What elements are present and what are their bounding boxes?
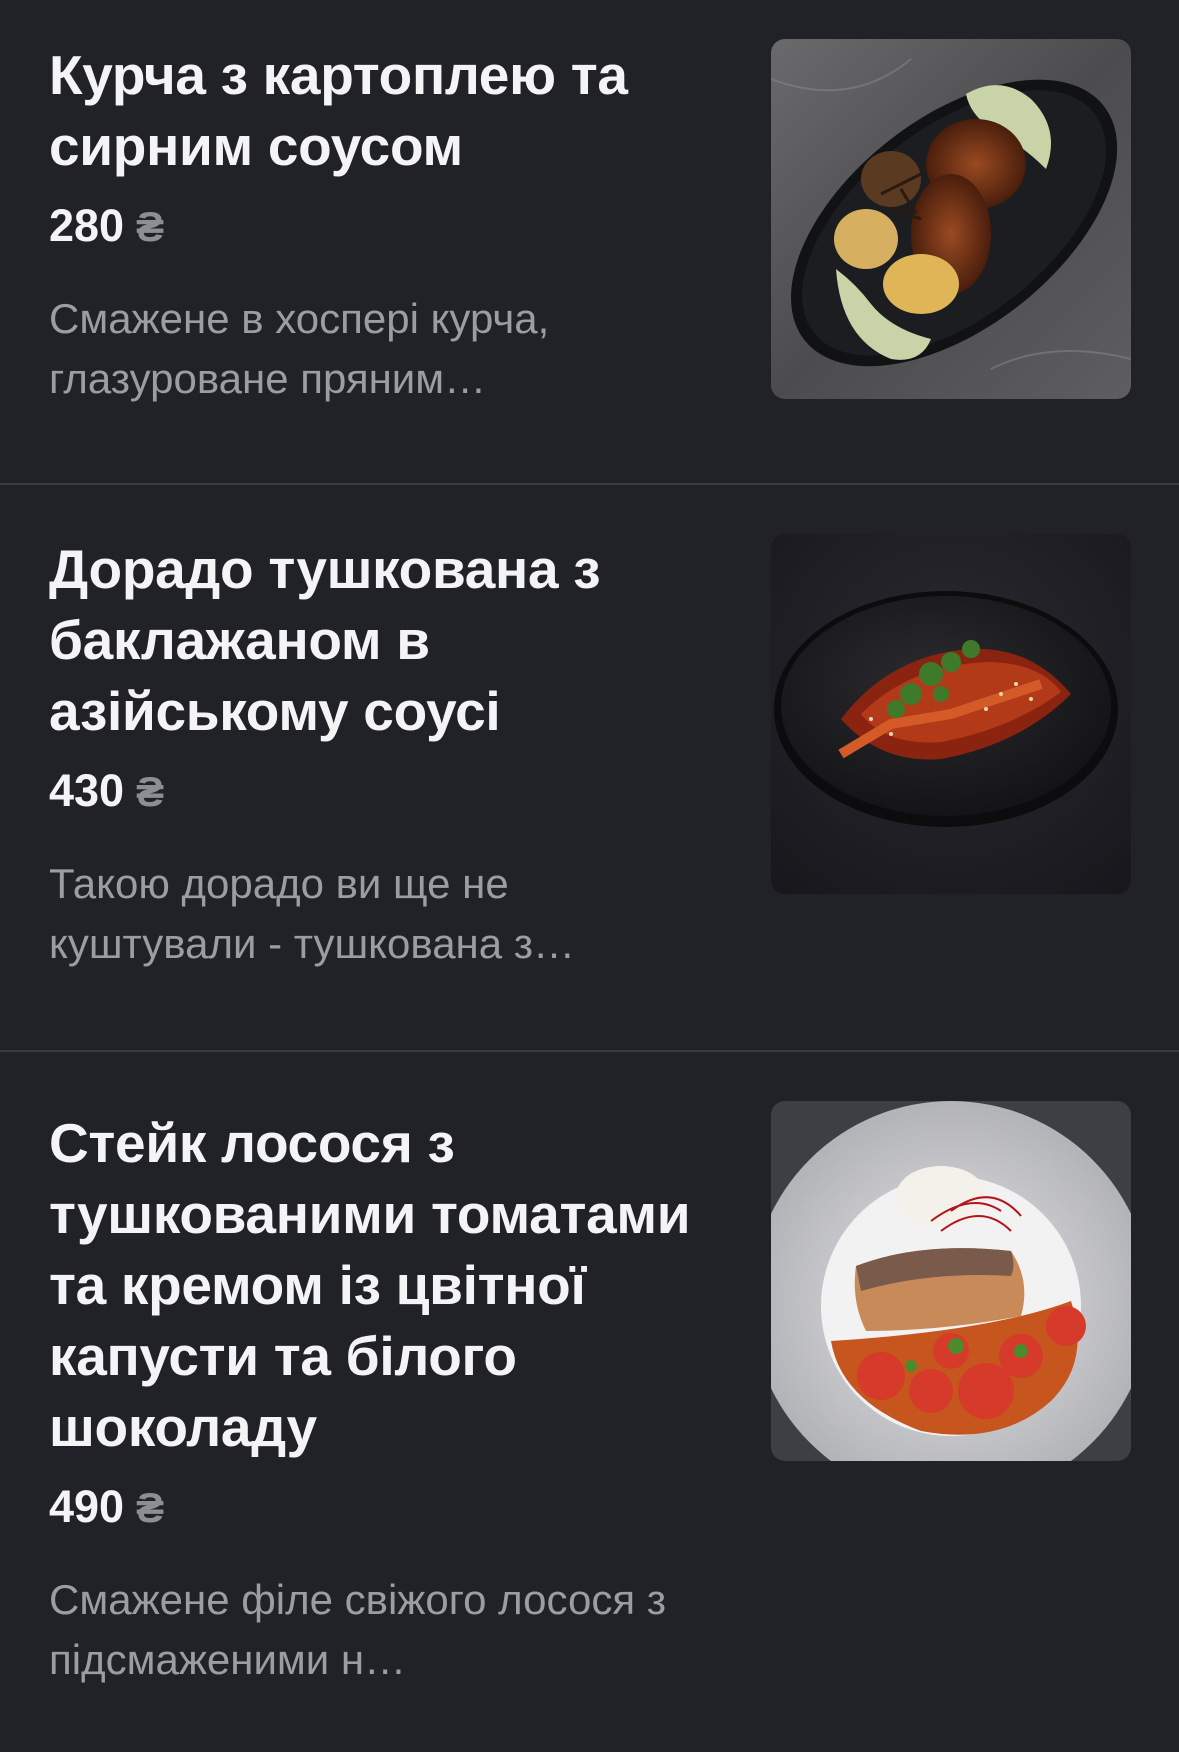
menu-item[interactable]: Стейк лосося з тушкованими томатами та к… — [0, 1052, 1179, 1752]
dorado-eggplant-dish-photo[interactable] — [771, 534, 1131, 894]
currency-symbol: ₴ — [136, 203, 165, 250]
dish-price: 490 ₴ — [49, 1477, 729, 1538]
menu-item-text: Курча з картоплею та сирним соусом 280 ₴… — [49, 40, 729, 409]
currency-symbol: ₴ — [136, 1484, 165, 1531]
dish-description: Смажене в хоспері курча, глазуроване пря… — [49, 295, 550, 402]
salmon-steak-dish-photo[interactable] — [771, 1101, 1131, 1461]
dish-price: 430 ₴ — [49, 761, 729, 822]
menu-list: Курча з картоплею та сирним соусом 280 ₴… — [0, 0, 1179, 1752]
dish-name: Стейк лосося з тушкованими томатами та к… — [49, 1112, 691, 1458]
dish-description: Такою дорадо ви ще не куштували - тушков… — [49, 860, 576, 967]
dish-name: Дорадо тушкована з баклажаном в азійсько… — [49, 538, 601, 742]
price-value: 490 — [49, 1481, 125, 1532]
price-value: 430 — [49, 765, 125, 816]
dish-description: Смажене філе свіжого лосося з підсмажени… — [49, 1576, 667, 1683]
menu-item[interactable]: Курча з картоплею та сирним соусом 280 ₴… — [0, 0, 1179, 484]
roast-chicken-dish-photo[interactable] — [771, 39, 1131, 399]
currency-symbol: ₴ — [136, 768, 165, 815]
menu-item-text: Дорадо тушкована з баклажаном в азійсько… — [49, 534, 729, 974]
menu-item[interactable]: Дорадо тушкована з баклажаном в азійсько… — [0, 485, 1179, 1051]
price-value: 280 — [49, 200, 125, 251]
menu-item-text: Стейк лосося з тушкованими томатами та к… — [49, 1108, 729, 1690]
dish-price: 280 ₴ — [49, 196, 729, 257]
dish-name: Курча з картоплею та сирним соусом — [49, 44, 628, 177]
